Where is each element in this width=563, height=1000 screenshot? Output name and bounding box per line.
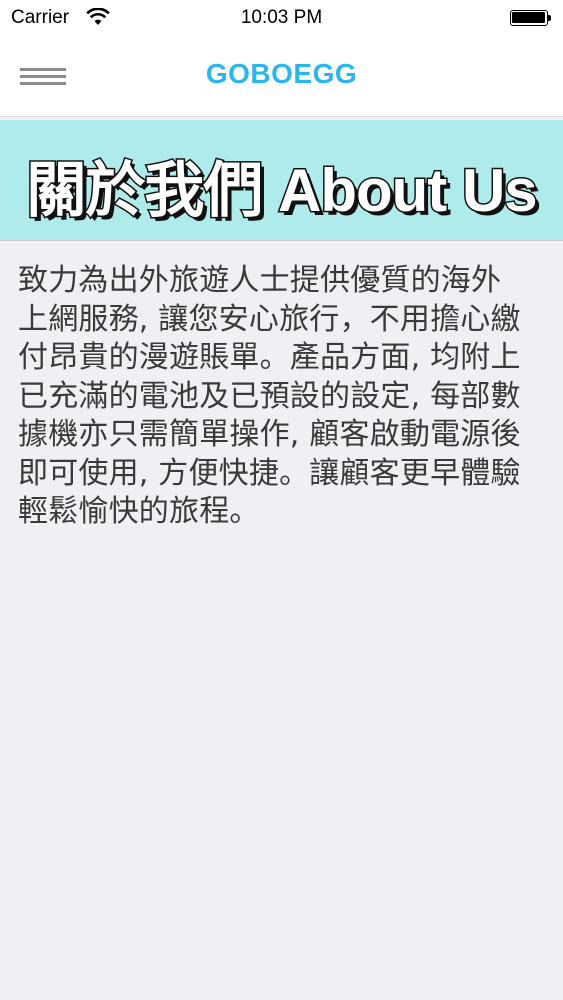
banner-title: 關於我們 About Us [25, 156, 539, 226]
description-line: 即可使用, 方便快捷。讓顧客更早體驗 [18, 455, 521, 491]
about-us-banner: 關於我們 About Us [0, 120, 563, 241]
about-description: 致力為出外旅遊人士提供優質的海外 上網服務, 讓您安心旅行，不用擔心繳 付昂貴的… [18, 262, 546, 532]
description-line: 輕鬆愉快的旅程。 [18, 494, 260, 529]
description-line: 付昂貴的漫遊賬單。產品方面, 均附上 [18, 340, 521, 375]
navigation-bar: GOBOEGG [0, 36, 563, 117]
status-bar: Carrier 10:03 PM [0, 0, 563, 36]
clock: 10:03 PM [240, 7, 323, 28]
description-line: 已充滿的電池及已預設的設定, 每部數 [18, 378, 521, 414]
description-line: 上網服務, 讓您安心旅行，不用擔心繳 [18, 301, 521, 337]
description-line: 據機亦只需簡單操作, 顧客啟動電源後 [18, 417, 521, 452]
app-title: GOBOEGG [205, 58, 358, 89]
battery-icon [510, 10, 552, 26]
description-line: 致力為出外旅遊人士提供優質的海外 [18, 263, 502, 298]
